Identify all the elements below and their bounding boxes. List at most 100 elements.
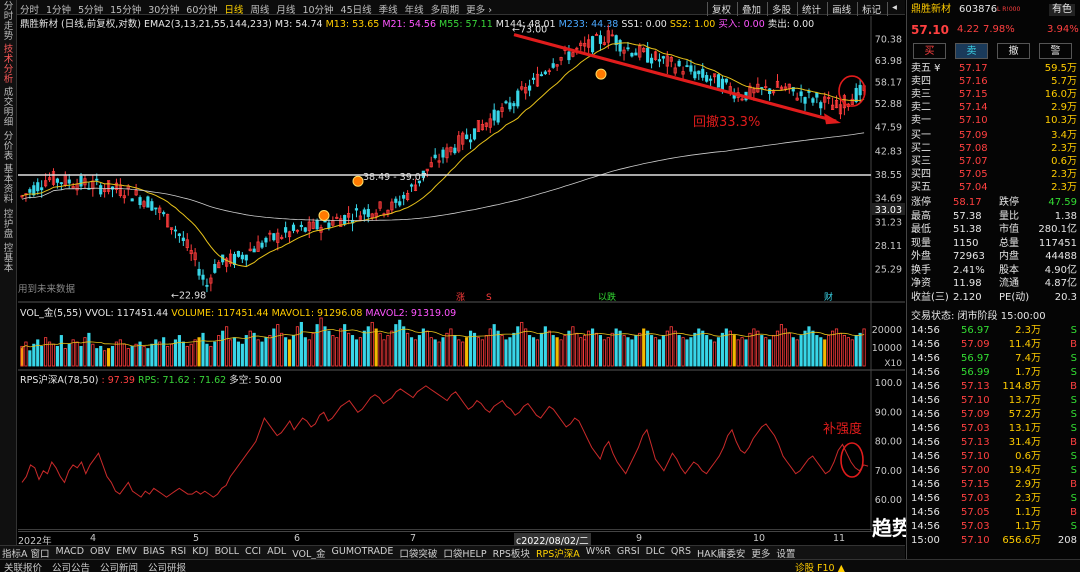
candle-body [299,224,303,228]
current-price-tag: 33.03 [875,205,902,216]
volume-bar [488,328,492,367]
cancel-button[interactable]: 撤 [997,43,1030,59]
indicator-tab-9[interactable]: ADL [267,546,286,559]
volume-bar [299,328,303,367]
y-tick-label: 52.88 [875,99,902,110]
candle-body [701,68,705,78]
tick-volume: 1.7万 [1015,367,1041,378]
status-link-3[interactable]: 公司研报 [148,563,186,572]
status-link-2[interactable]: 公司新闻 [100,563,138,572]
volume-bar [748,332,752,367]
tick-price: 57.13 [961,437,990,448]
volume-bar [409,337,414,367]
stat-row: 最低 51.38 市值 280.1亿 [907,224,1080,236]
tick-side: B [1070,507,1077,518]
stat-key: 换手 [911,264,931,276]
tick-price: 56.99 [961,367,990,378]
indicator-tab-11[interactable]: GUMOTRADE [332,546,394,559]
bid-row: 买四 57.05 2.3万 [907,169,1080,181]
volume-bar [756,330,760,367]
volume-bar [516,326,520,367]
indicator-tab-21[interactable]: 更多 [751,546,770,560]
stat-key: PE(动) [999,291,1030,303]
indicator-tab-15[interactable]: RPS沪深A [536,546,580,560]
indicator-tab-10[interactable]: VOL_金 [292,546,325,560]
candle-body [59,182,63,185]
tick-side: B [1070,381,1077,392]
volume-bar [811,330,815,367]
stat-row: 收益(三) 2.120 PE(动) 20.3 [907,292,1080,304]
stat-value: 72963 [953,251,985,262]
volume-bar [51,343,56,367]
volume-bar [673,330,677,367]
indicator-tab-7[interactable]: BOLL [215,546,239,559]
indicator-tab-13[interactable]: 口袋HELP [443,546,486,560]
volume-bar [437,341,441,367]
sell-button[interactable]: 卖 [955,43,988,59]
tick-time: 14:56 [911,423,940,434]
indicator-tab-22[interactable]: 设置 [776,546,795,560]
left-tab-5[interactable]: 控护盘 [1,210,16,240]
volume-bar [500,335,504,367]
indicator-tab-12[interactable]: 口袋突破 [399,546,437,560]
indicator-tab-8[interactable]: CCI [245,546,261,559]
candle-body [150,201,154,211]
indicator-tab-17[interactable]: GRSI [617,546,640,559]
indicator-tab-19[interactable]: QRS [671,546,691,559]
tick-side: S [1070,493,1077,504]
stock-chart[interactable]: 70.3863.9858.1752.8847.5942.8338.5534.69… [18,0,905,531]
tick-side: S [1070,465,1077,476]
indicator-tab-1[interactable]: MACD [56,546,84,559]
sector-badge[interactable]: 有色 [1049,4,1075,16]
indicator-tab-16[interactable]: W%R [586,546,611,559]
candle-body [213,264,217,273]
status-link-0[interactable]: 关联报价 [4,563,42,572]
tick-time: 14:56 [911,507,940,518]
left-tab-4[interactable]: 基本资料 [1,165,16,205]
ask-label: 卖三 [911,89,931,100]
tick-volume: 57.2万 [1008,409,1041,420]
volume-bar [508,337,512,367]
rps-tick-label: 90.00 [875,407,902,418]
left-tab-1[interactable]: 技术分析 [1,45,16,85]
candle-body [598,35,603,44]
candle-body [716,74,721,88]
bid-row: 买二 57.08 2.3万 [907,143,1080,155]
event-marker: 涨 [456,292,465,303]
indicator-tab-5[interactable]: RSI [171,546,186,559]
volume-bar [103,350,107,367]
indicator-tab-20[interactable]: HAK庸委安 [697,546,745,560]
alert-button[interactable]: 警 [1039,43,1072,59]
indicator-tab-18[interactable]: DLC [646,546,665,559]
candle-body [362,209,366,215]
indicator-tab-14[interactable]: RPS板块 [493,546,530,560]
sector-change-pct: 3.94% [1047,24,1079,35]
stock-tag: L R!000 [997,6,1021,13]
left-tab-0[interactable]: 分时走势 [1,2,16,42]
tick-row: 14:56 57.15 2.9万 B [907,479,1080,491]
signal-dot [352,175,364,187]
candle-body [661,56,665,59]
volume-bar [307,339,311,367]
event-marker: 以跌 [598,292,616,303]
ask-label: 卖四 [911,76,931,87]
volume-bar [162,337,166,367]
indicator-tab-6[interactable]: KDJ [192,546,208,559]
volume-bar [276,324,280,367]
volume-bar [705,335,709,367]
indicator-tab-2[interactable]: OBV [90,546,110,559]
indicator-tab-0[interactable]: 指标A 窗口 [2,546,50,560]
status-link-1[interactable]: 公司公告 [52,563,90,572]
left-tab-3[interactable]: 分价表 [1,132,16,162]
stat-row: 涨停 58.17 跌停 47.59 [907,197,1080,209]
candle-body [854,87,858,103]
last-price: 57.10 [911,23,949,37]
indicator-tab-3[interactable]: EMV [116,546,137,559]
left-tab-6[interactable]: 控基本 [1,244,16,274]
left-tab-2[interactable]: 成交明细 [1,88,16,128]
indicator-tab-4[interactable]: BIAS [143,546,165,559]
buy-button[interactable]: 买 [913,43,946,59]
stat-key: 流通 [999,278,1019,289]
volume-bar [40,345,44,367]
volume-bar [166,345,170,367]
